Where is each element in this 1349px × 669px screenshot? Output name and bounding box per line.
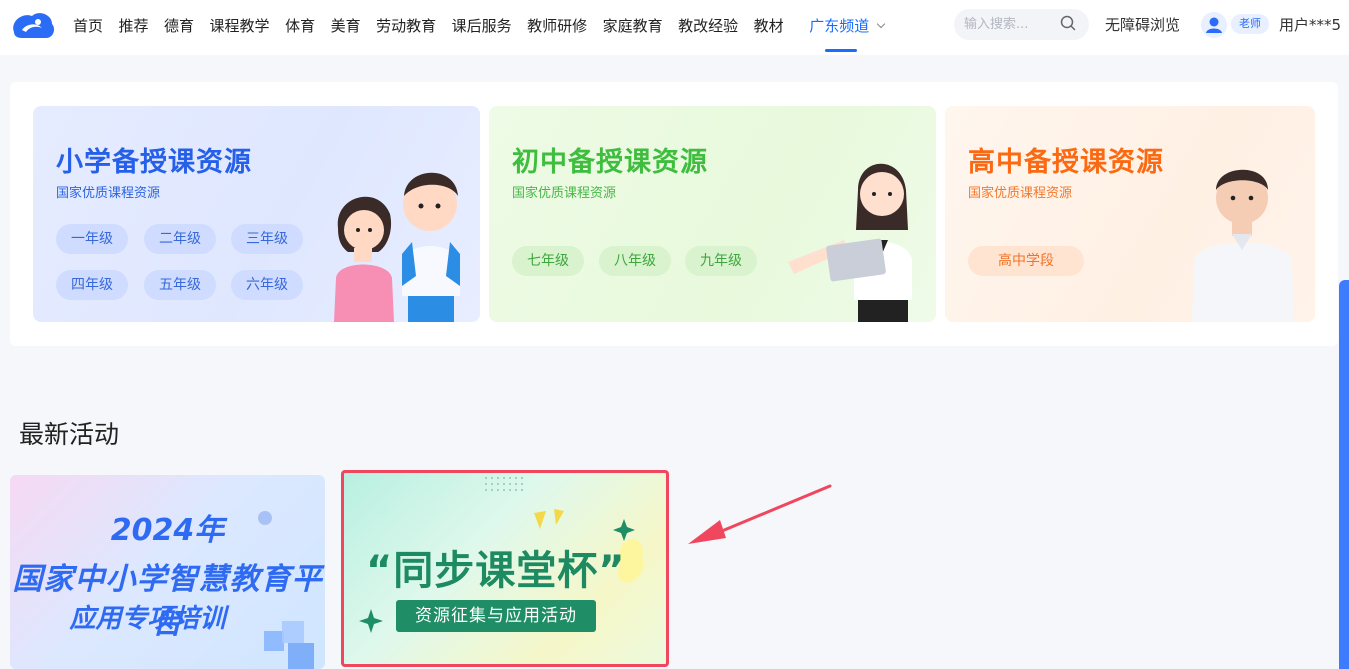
nav-item-arts[interactable]: 美育: [331, 0, 361, 52]
chevron-down-icon: [876, 19, 886, 29]
teacher-illustration: [788, 163, 912, 322]
top-navbar: 首页 推荐 德育 课程教学 体育 美育 劳动教育 课后服务 教师研修 家庭教育 …: [0, 0, 1349, 55]
card-title: 高中备授课资源: [968, 147, 1164, 178]
star-decoration: [359, 609, 383, 633]
cubes-decoration: [264, 621, 314, 669]
student-illustration: [1192, 169, 1294, 322]
senior-resources-card[interactable]: 高中备授课资源 国家优质课程资源 高中学段: [945, 106, 1315, 322]
card-subtitle: 国家优质课程资源: [512, 186, 617, 201]
grade-pill[interactable]: 二年级: [144, 224, 216, 254]
arrow-annotation-icon: [688, 484, 832, 544]
grade-pill[interactable]: 八年级: [599, 246, 671, 276]
grade-pill[interactable]: 五年级: [144, 270, 216, 300]
floating-sidebar[interactable]: [1339, 280, 1349, 669]
activity-line: 2024年: [110, 513, 225, 548]
grade-pill[interactable]: 一年级: [56, 224, 128, 254]
accessibility-link[interactable]: 无障碍浏览: [1105, 14, 1180, 35]
card-subtitle: 国家优质课程资源: [56, 186, 161, 201]
search-icon[interactable]: [1060, 15, 1076, 31]
grade-pill[interactable]: 三年级: [231, 224, 303, 254]
user-name[interactable]: 用户***5: [1279, 14, 1341, 35]
nav-item-sports[interactable]: 体育: [285, 0, 315, 52]
grade-pill[interactable]: 四年级: [56, 270, 128, 300]
grade-pill[interactable]: 七年级: [512, 246, 584, 276]
nav-item-guangdong[interactable]: 广东频道: [809, 0, 886, 52]
card-subtitle: 国家优质课程资源: [968, 186, 1073, 201]
activity-title: “同步课堂杯”: [366, 548, 626, 594]
resources-panel: 小学备授课资源 国家优质课程资源 一年级 二年级 三年级 四年级 五年级 六年级…: [10, 82, 1338, 346]
card-title: 初中备授课资源: [512, 147, 708, 178]
nav-item-labor[interactable]: 劳动教育: [376, 0, 436, 52]
primary-resources-card[interactable]: 小学备授课资源 国家优质课程资源 一年级 二年级 三年级 四年级 五年级 六年级: [33, 106, 480, 322]
logo-icon[interactable]: [8, 8, 58, 42]
junior-resources-card[interactable]: 初中备授课资源 国家优质课程资源 七年级 八年级 九年级: [489, 106, 936, 322]
nav-item-afterschool[interactable]: 课后服务: [452, 0, 512, 52]
nav-active-label: 广东频道: [809, 17, 870, 35]
section-title: 最新活动: [19, 420, 120, 449]
nav-item-textbooks[interactable]: 教材: [754, 0, 784, 52]
nav-item-curriculum[interactable]: 课程教学: [210, 0, 270, 52]
grade-pill[interactable]: 六年级: [231, 270, 303, 300]
dots-decoration: [485, 477, 523, 491]
nav-item-family[interactable]: 家庭教育: [603, 0, 663, 52]
nav-item-teacher-training[interactable]: 教师研修: [527, 0, 587, 52]
nav-item-recommend[interactable]: 推荐: [119, 0, 149, 52]
grade-pill[interactable]: 高中学段: [968, 246, 1084, 276]
role-badge: 老师: [1231, 14, 1269, 34]
students-illustration: [334, 172, 460, 322]
nav-item-home[interactable]: 首页: [73, 0, 103, 52]
activity-card-sync-classroom[interactable]: “同步课堂杯” 资源征集与应用活动: [341, 470, 669, 667]
search-input[interactable]: [964, 14, 1054, 35]
activity-subtitle: 资源征集与应用活动: [396, 600, 596, 632]
bubble-decoration: [258, 511, 272, 525]
avatar[interactable]: [1201, 12, 1227, 38]
activity-card-training[interactable]: 2024年 国家中小学智慧教育平台 应用专项培训: [10, 475, 325, 669]
grade-pill[interactable]: 九年级: [685, 246, 757, 276]
card-title: 小学备授课资源: [56, 147, 252, 178]
nav-item-reform[interactable]: 教改经验: [678, 0, 738, 52]
main-nav: 首页 推荐 德育 课程教学 体育 美育 劳动教育 课后服务 教师研修 家庭教育 …: [73, 0, 900, 52]
nav-item-moral[interactable]: 德育: [164, 0, 194, 52]
